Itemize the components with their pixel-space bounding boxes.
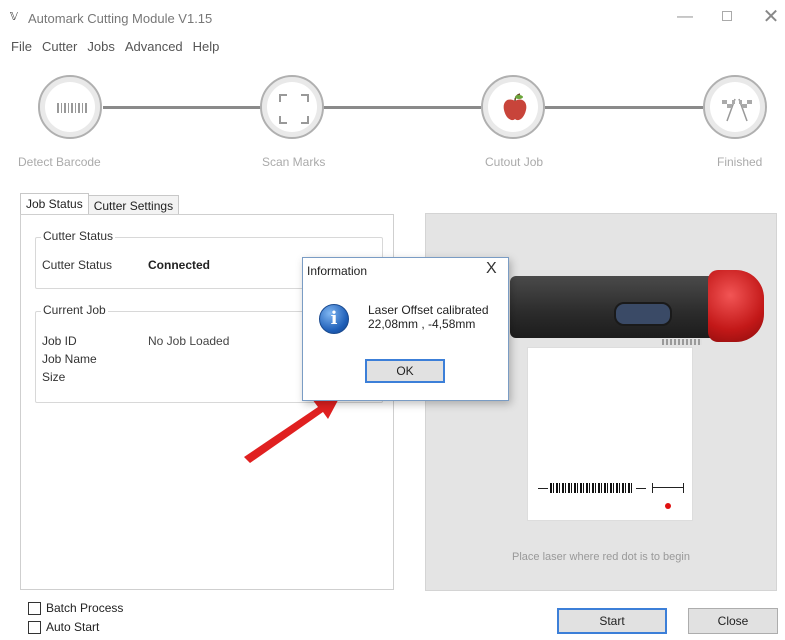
info-icon: i	[319, 304, 349, 334]
batch-process-checkbox[interactable]	[28, 601, 41, 615]
menu-cutter[interactable]: Cutter	[37, 37, 82, 57]
ok-button[interactable]: OK	[365, 359, 445, 383]
step-connector	[323, 106, 481, 109]
cutter-grille	[662, 339, 702, 345]
workflow-steps: Detect Barcode Scan Marks Cutout Job Fin…	[0, 65, 785, 185]
menu-help[interactable]: Help	[188, 37, 225, 57]
job-id-label: Job ID	[42, 334, 77, 348]
menu-bar: File Cutter Jobs Advanced Help	[6, 37, 224, 57]
barcode-icon	[57, 103, 87, 113]
auto-start-option[interactable]: Auto Start	[28, 620, 99, 634]
tab-bar: Job Status Cutter Settings	[20, 193, 180, 215]
step-label-cutout-job: Cutout Job	[485, 155, 544, 169]
step-scan-marks	[260, 75, 324, 139]
preview-caption: Place laser where red dot is to begin	[512, 551, 690, 563]
batch-process-option[interactable]: Batch Process	[28, 601, 123, 615]
tab-cutter-settings[interactable]: Cutter Settings	[87, 195, 180, 215]
maximize-icon	[722, 11, 732, 21]
dialog-message-line2: 22,08mm , -4,58mm	[368, 317, 476, 331]
scan-frame-icon	[279, 94, 309, 124]
close-button[interactable]: Close	[688, 608, 778, 634]
size-label: Size	[42, 370, 66, 384]
menu-file[interactable]: File	[6, 37, 37, 57]
step-detect-barcode	[38, 75, 102, 139]
tab-job-status[interactable]: Job Status	[20, 193, 89, 215]
menu-jobs[interactable]: Jobs	[82, 37, 119, 57]
dialog-close-button[interactable]: X	[486, 260, 497, 278]
registration-mark	[652, 483, 684, 493]
window-title: Automark Cutting Module V1.15	[28, 11, 213, 26]
step-connector	[545, 106, 703, 109]
batch-process-label: Batch Process	[46, 601, 124, 615]
cutter-status-label: Cutter Status	[42, 258, 113, 272]
sheet-barcode	[550, 483, 634, 493]
title-bar: 𝕍 Automark Cutting Module V1.15 — ✕	[0, 0, 785, 34]
maximize-button[interactable]	[712, 6, 742, 28]
start-button[interactable]: Start	[557, 608, 667, 634]
app-icon: 𝕍	[10, 11, 18, 23]
step-label-scan-marks: Scan Marks	[262, 155, 326, 169]
step-connector	[103, 106, 261, 109]
cutter-control-panel	[614, 302, 672, 326]
job-id-value: No Job Loaded	[148, 334, 230, 348]
step-label-finished: Finished	[717, 155, 763, 169]
auto-start-checkbox[interactable]	[28, 620, 41, 634]
cutter-end-cap	[708, 270, 764, 342]
step-label-detect-barcode: Detect Barcode	[18, 155, 101, 169]
sheet-preview	[527, 347, 693, 521]
menu-advanced[interactable]: Advanced	[120, 37, 188, 57]
laser-target-dot	[665, 503, 671, 509]
cutter-status-value: Connected	[148, 258, 211, 272]
apple-icon	[503, 93, 527, 121]
checkered-flags-icon	[722, 98, 752, 122]
dialog-message-line1: Laser Offset calibrated	[368, 303, 489, 317]
step-finished	[703, 75, 767, 139]
cutter-status-group-title: Cutter Status	[41, 229, 116, 243]
information-dialog: Information X i Laser Offset calibrated …	[302, 257, 509, 401]
barcode-dash	[538, 488, 548, 489]
barcode-dash	[636, 488, 646, 489]
current-job-group-title: Current Job	[41, 303, 108, 317]
auto-start-label: Auto Start	[46, 620, 100, 634]
close-window-button[interactable]: ✕	[756, 6, 785, 28]
job-name-label: Job Name	[42, 352, 97, 366]
minimize-button[interactable]: —	[670, 6, 700, 28]
dialog-title: Information	[307, 264, 368, 278]
step-cutout-job	[481, 75, 545, 139]
